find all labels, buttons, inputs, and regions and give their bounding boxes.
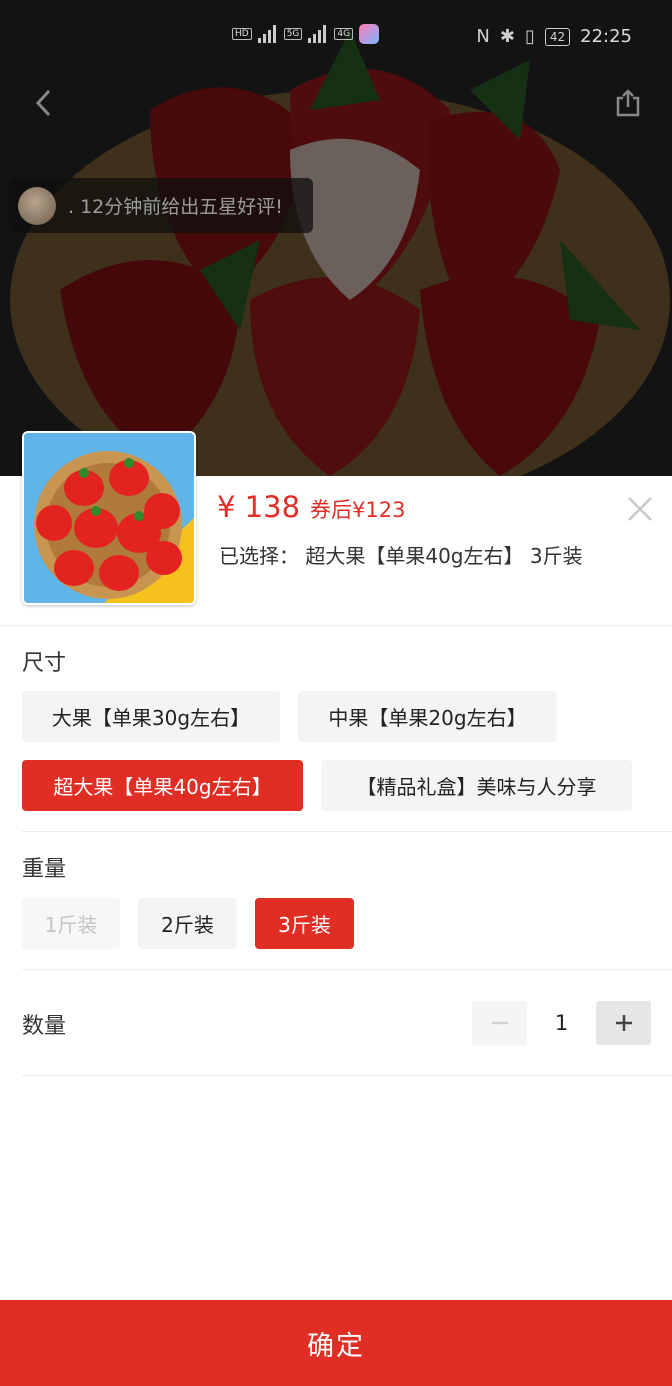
size-section-title: 尺寸	[22, 651, 67, 676]
vibrate-icon: ▯	[524, 26, 535, 47]
close-icon	[628, 497, 652, 521]
clock: 22:25	[580, 26, 632, 47]
product-hero-image	[0, 0, 672, 476]
quantity-increase-button[interactable]	[596, 1001, 651, 1045]
quantity-label: 数量	[22, 1014, 67, 1039]
network-5g-label: 5G	[283, 28, 303, 40]
selected-summary: 已选择： 超大果【单果40g左右】 3斤装	[219, 540, 583, 569]
battery-icon: 42	[544, 27, 571, 46]
plus-icon	[615, 1015, 632, 1031]
nfc-icon: N	[476, 26, 490, 47]
confirm-button[interactable]: 确定	[0, 1300, 672, 1386]
signal-5g-icon	[257, 25, 278, 43]
status-bar: HD 5G 4G N ✱ ▯ 42 22:25	[0, 22, 672, 58]
status-left: HD 5G 4G	[232, 24, 380, 44]
size-option-extra-large[interactable]: 超大果【单果40g左右】	[22, 760, 303, 811]
size-option-medium[interactable]: 中果【单果20g左右】	[298, 691, 557, 742]
back-icon	[35, 89, 51, 117]
weight-option-3jin[interactable]: 3斤装	[255, 898, 354, 949]
size-option-large[interactable]: 大果【单果30g左右】	[22, 691, 280, 742]
signal-4g-icon	[308, 25, 328, 43]
reviewer-avatar	[18, 186, 56, 225]
app-notification-icon	[359, 24, 380, 44]
review-toast-text: . 12分钟前给出五星好评!	[68, 196, 283, 218]
product-thumbnail	[22, 431, 196, 605]
share-button[interactable]	[600, 75, 656, 131]
size-option-gift-box[interactable]: 【精品礼盒】美味与人分享	[321, 760, 632, 811]
share-icon	[616, 89, 640, 117]
bluetooth-icon: ✱	[499, 26, 515, 47]
quantity-decrease-button[interactable]	[472, 1001, 527, 1045]
divider	[22, 1075, 672, 1076]
product-thumbnail-image	[24, 433, 194, 603]
price-row: ¥ 138 券后¥123	[217, 490, 405, 524]
divider	[22, 831, 672, 832]
divider	[0, 625, 672, 626]
weight-option-2jin[interactable]: 2斤装	[138, 898, 237, 949]
weight-option-1jin[interactable]: 1斤装	[22, 898, 120, 949]
overlay-dim	[0, 0, 672, 476]
back-button[interactable]	[16, 75, 72, 131]
review-toast: . 12分钟前给出五星好评!	[9, 178, 313, 233]
weight-section-title: 重量	[22, 857, 67, 882]
selected-label: 已选择：	[219, 544, 299, 568]
price: ¥ 138	[217, 490, 301, 524]
hd-indicator: HD	[232, 28, 252, 40]
close-button[interactable]	[624, 493, 656, 525]
selected-value: 超大果【单果40g左右】 3斤装	[305, 544, 583, 568]
minus-icon	[491, 1021, 508, 1025]
divider	[22, 969, 672, 970]
quantity-value[interactable]: 1	[527, 1001, 596, 1045]
network-4g-label: 4G	[334, 28, 354, 40]
status-right: N ✱ ▯ 42 22:25	[476, 26, 632, 47]
coupon-price: 券后¥123	[310, 498, 406, 522]
